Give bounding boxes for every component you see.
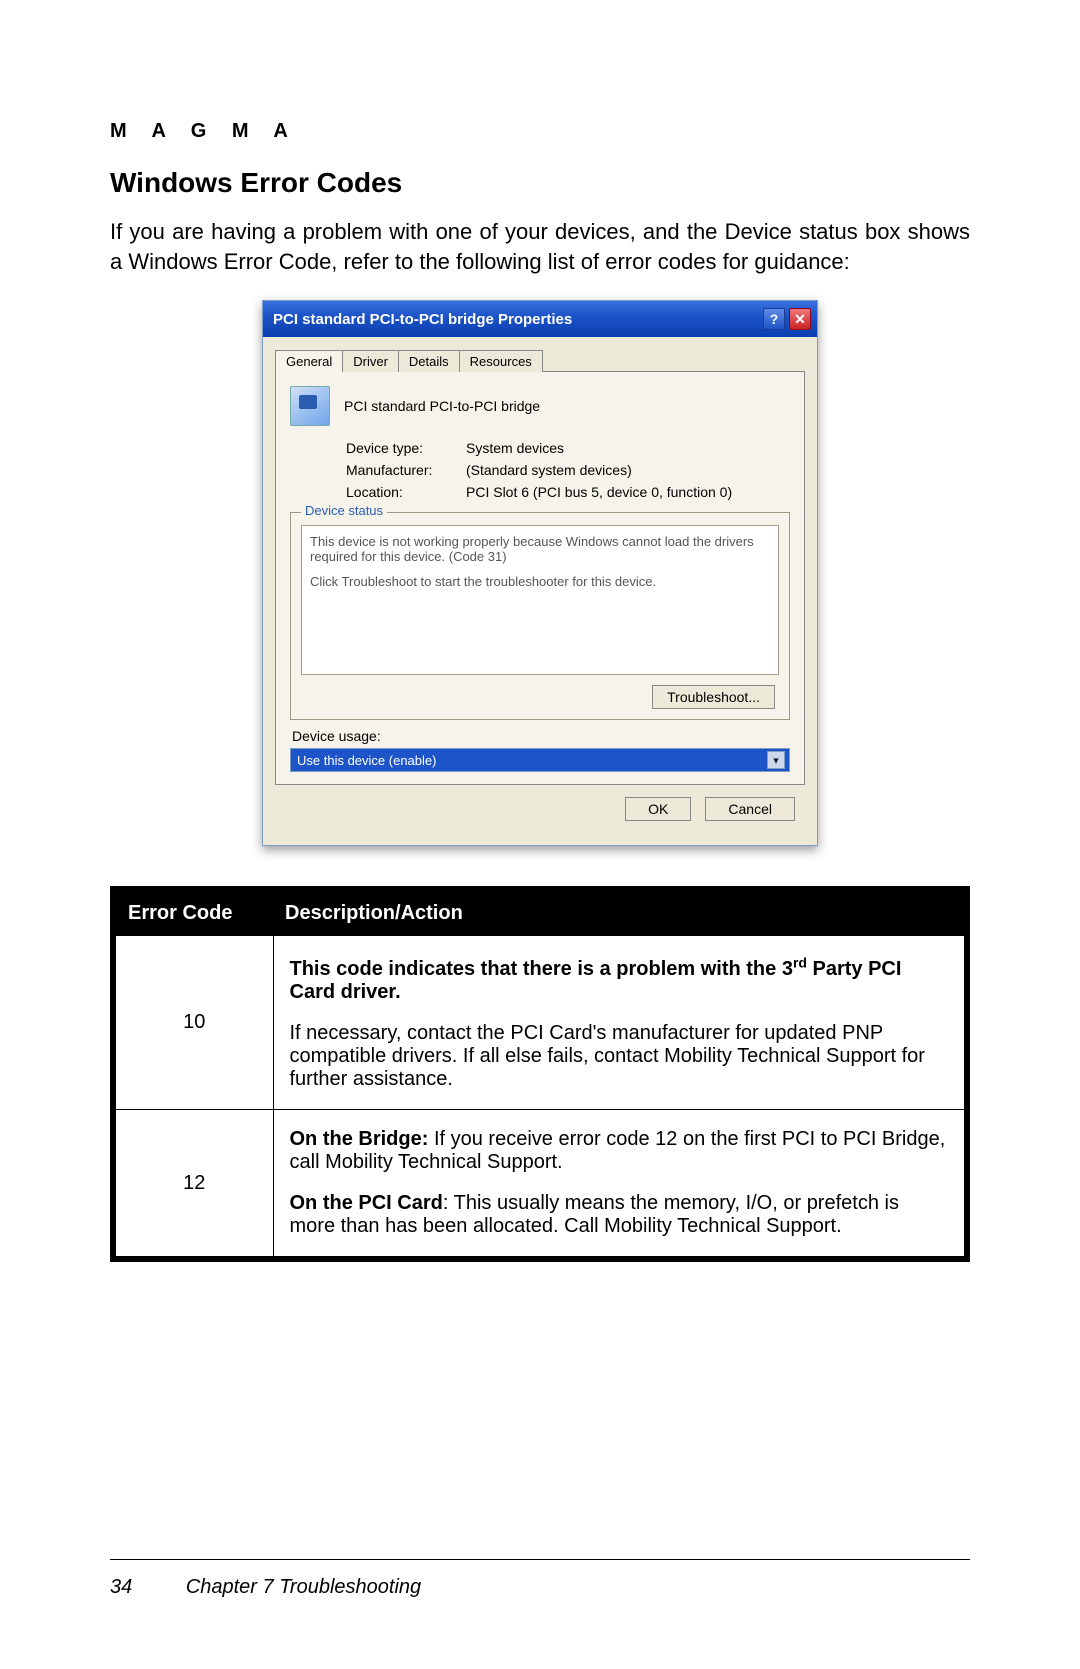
chevron-down-icon: ▾ <box>767 751 785 769</box>
row1-bold: This code indicates that there is a prob… <box>290 958 793 980</box>
device-usage-select[interactable]: Use this device (enable) ▾ <box>290 748 790 772</box>
device-icon <box>290 386 330 426</box>
row1-sup: rd <box>793 954 807 970</box>
row2-p2-lead: On the PCI Card <box>290 1192 443 1214</box>
status-line-1: This device is not working properly beca… <box>310 534 770 564</box>
tab-general[interactable]: General <box>275 350 343 372</box>
header-description: Description/Action <box>273 889 967 936</box>
tab-details[interactable]: Details <box>398 350 460 372</box>
tab-strip: General Driver Details Resources <box>275 349 805 371</box>
error-code-table: Error Code Description/Action 10 This co… <box>110 886 970 1262</box>
titlebar: PCI standard PCI-to-PCI bridge Propertie… <box>263 301 817 337</box>
manufacturer-value: (Standard system devices) <box>466 462 632 478</box>
row2-p1-lead: On the Bridge: <box>290 1128 429 1150</box>
device-usage-value: Use this device (enable) <box>297 753 436 768</box>
table-row: 12 On the Bridge: If you receive error c… <box>113 1110 967 1260</box>
page-footer: 34 Chapter 7 Troubleshooting <box>110 1559 970 1599</box>
error-code-cell: 10 <box>113 936 273 1110</box>
error-desc-cell: On the Bridge: If you receive error code… <box>273 1110 967 1260</box>
header-error-code: Error Code <box>113 889 273 936</box>
tab-pane-general: PCI standard PCI-to-PCI bridge Device ty… <box>275 371 805 785</box>
error-desc-cell: This code indicates that there is a prob… <box>273 936 967 1110</box>
properties-dialog: PCI standard PCI-to-PCI bridge Propertie… <box>262 300 818 846</box>
location-label: Location: <box>346 484 466 500</box>
intro-paragraph: If you are having a problem with one of … <box>110 217 970 276</box>
cancel-button[interactable]: Cancel <box>705 797 795 821</box>
chapter-label: Chapter 7 Troubleshooting <box>186 1576 421 1598</box>
page-number: 34 <box>110 1576 132 1598</box>
row1-body: If necessary, contact the PCI Card's man… <box>290 1022 925 1090</box>
device-status-box: This device is not working properly beca… <box>301 525 779 675</box>
device-type-label: Device type: <box>346 440 466 456</box>
dialog-title: PCI standard PCI-to-PCI bridge Propertie… <box>273 311 572 328</box>
manufacturer-label: Manufacturer: <box>346 462 466 478</box>
tab-driver[interactable]: Driver <box>342 350 399 372</box>
help-icon[interactable]: ? <box>763 308 785 330</box>
close-icon[interactable]: ✕ <box>789 308 811 330</box>
device-type-value: System devices <box>466 440 564 456</box>
device-name: PCI standard PCI-to-PCI bridge <box>344 398 540 414</box>
troubleshoot-button[interactable]: Troubleshoot... <box>652 685 775 709</box>
brand-header: M A G M A <box>110 120 970 143</box>
tab-resources[interactable]: Resources <box>459 350 543 372</box>
device-status-legend: Device status <box>301 503 387 518</box>
location-value: PCI Slot 6 (PCI bus 5, device 0, functio… <box>466 484 732 500</box>
error-code-cell: 12 <box>113 1110 273 1260</box>
table-row: 10 This code indicates that there is a p… <box>113 936 967 1110</box>
table-header-row: Error Code Description/Action <box>113 889 967 936</box>
status-line-2: Click Troubleshoot to start the troubles… <box>310 574 770 589</box>
device-status-fieldset: Device status This device is not working… <box>290 512 790 720</box>
device-usage-label: Device usage: <box>292 728 790 744</box>
section-title: Windows Error Codes <box>110 167 970 199</box>
ok-button[interactable]: OK <box>625 797 691 821</box>
